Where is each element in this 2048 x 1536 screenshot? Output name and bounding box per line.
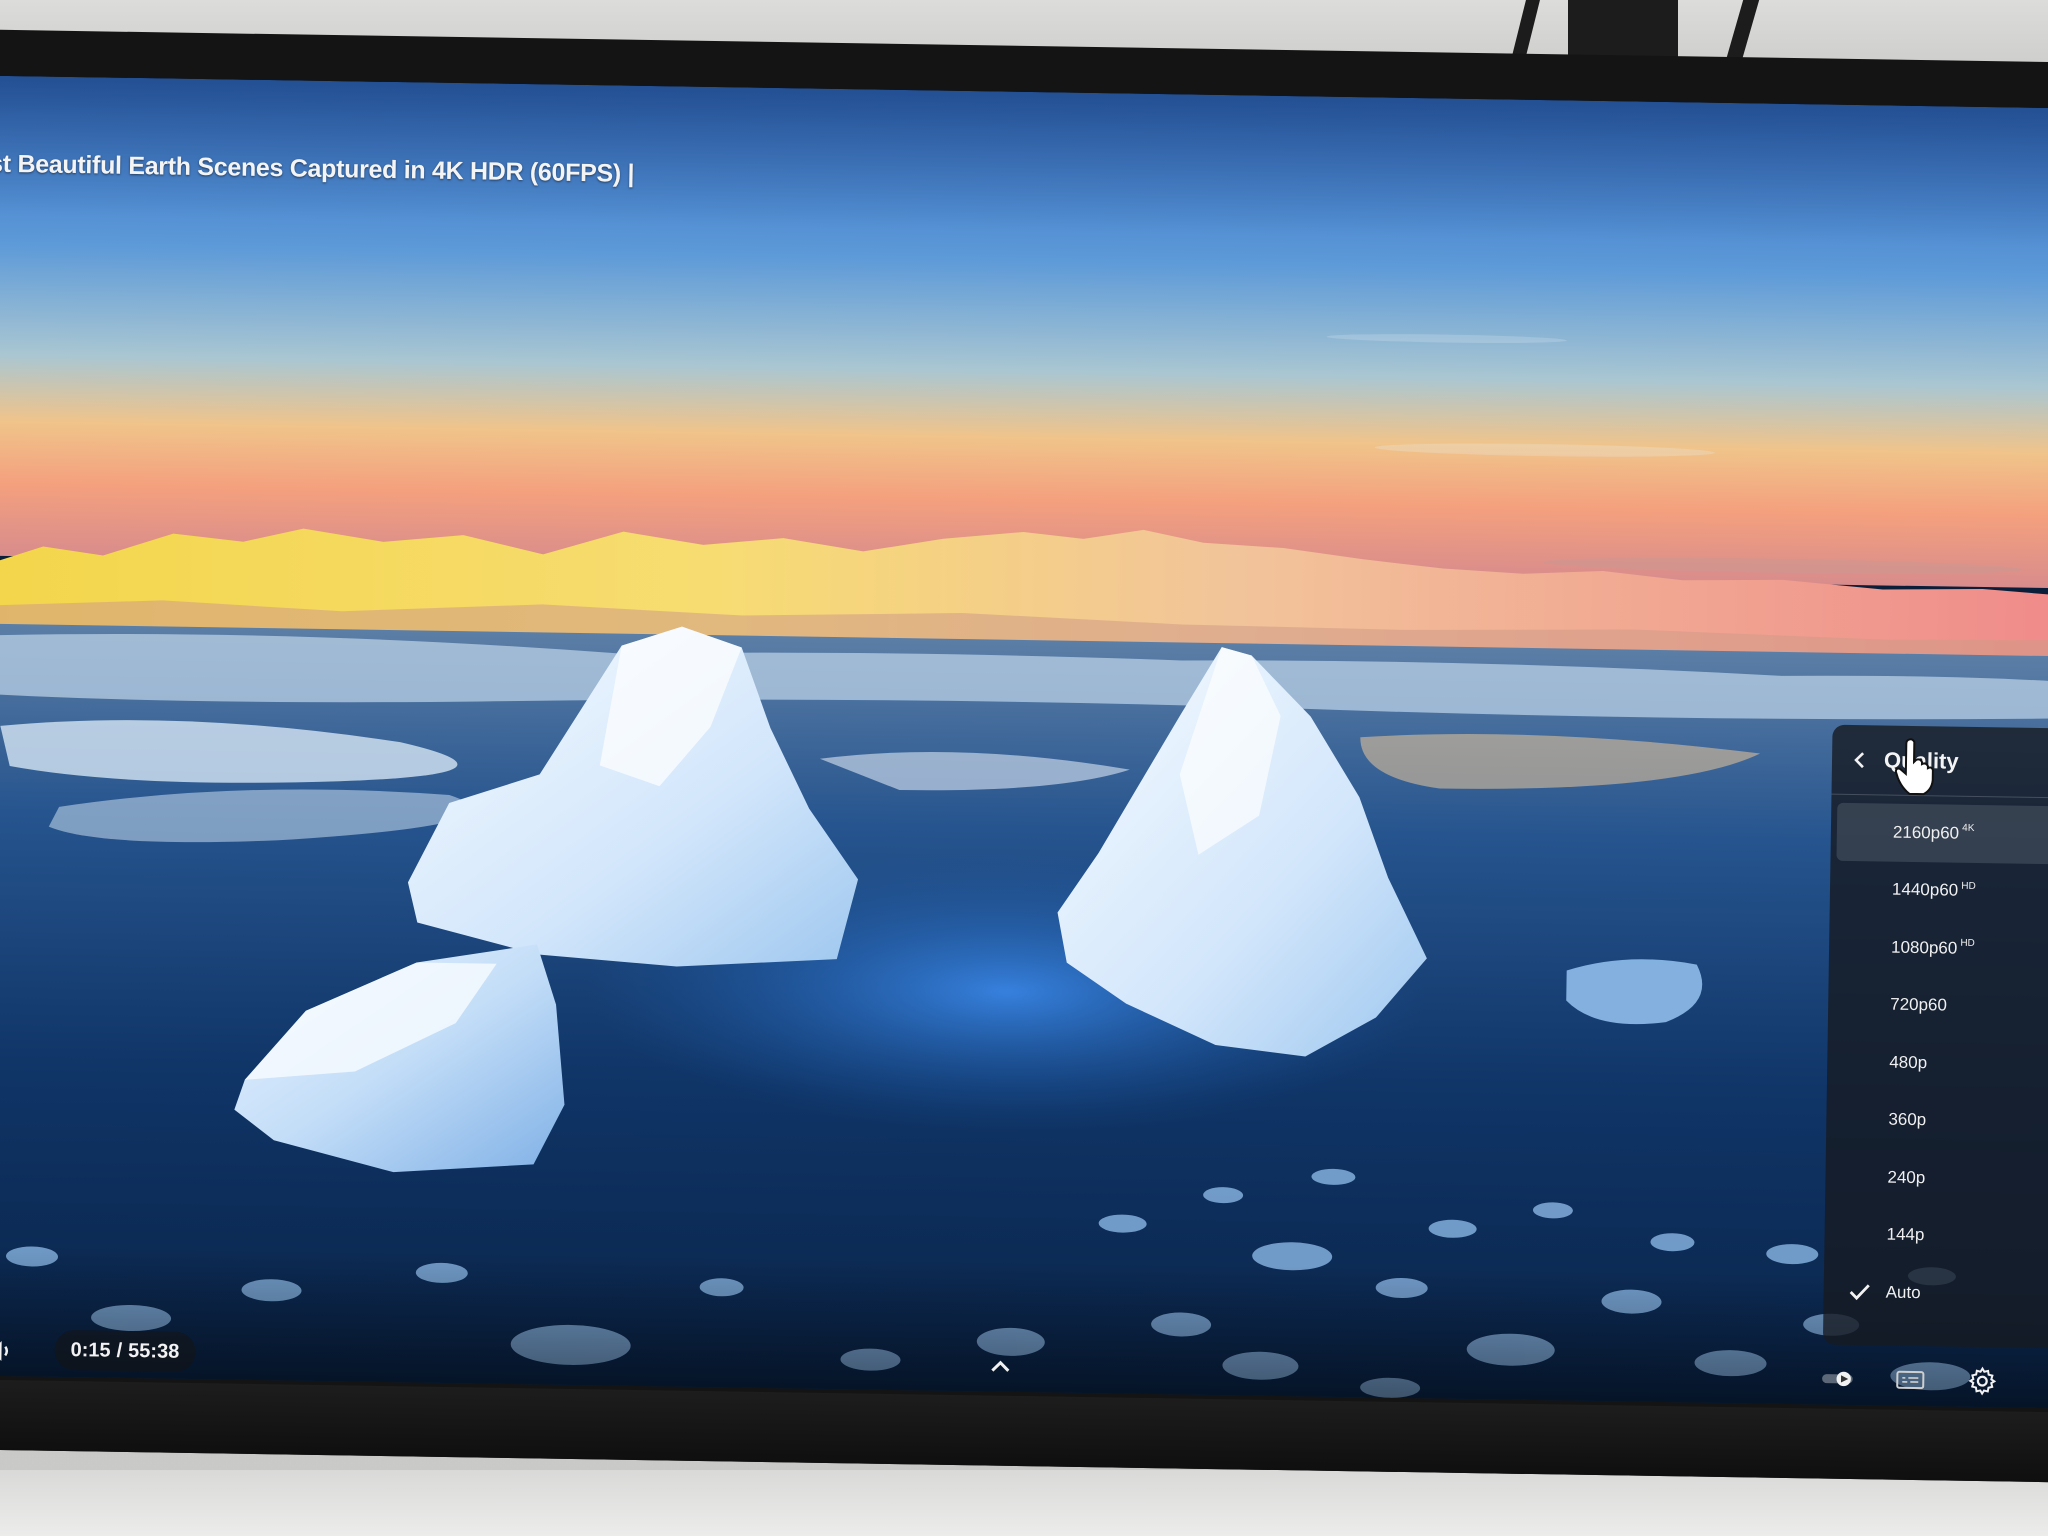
right-controls <box>1820 1359 2001 1402</box>
desk-surface <box>0 1470 2048 1536</box>
time-separator: / <box>116 1339 123 1362</box>
chevron-up-icon <box>991 1360 1010 1372</box>
quality-option-label: 480p <box>1889 1052 1928 1072</box>
quality-option-label: 1440p60 <box>1891 879 1959 900</box>
volume-icon <box>0 1340 9 1361</box>
quality-option-label: 360p <box>1888 1109 1927 1130</box>
quality-option-360p[interactable]: 360p <box>1826 1090 2048 1151</box>
autoplay-toggle[interactable] <box>1820 1361 1857 1398</box>
quality-option-144p[interactable]: 144p <box>1824 1205 2048 1266</box>
quality-option-2160p60[interactable]: 2160p60 4K <box>1836 802 2048 864</box>
quality-badge: HD <box>1960 937 1975 950</box>
quality-option-1440p60[interactable]: 1440p60 HD <box>1830 860 2048 921</box>
quality-option-480p[interactable]: 480p <box>1827 1033 2048 1094</box>
quality-option-auto[interactable]: Auto <box>1823 1263 2048 1324</box>
volume-button[interactable] <box>0 1334 19 1369</box>
quality-option-1080p60[interactable]: 1080p60 HD <box>1829 918 2048 979</box>
gear-icon <box>1968 1366 1997 1396</box>
quality-option-label: 1080p60 <box>1890 937 1958 958</box>
current-time: 0:15 <box>70 1338 111 1362</box>
quality-option-label: 720p60 <box>1890 994 1948 1015</box>
quality-back-button[interactable]: Quality <box>1831 724 2048 799</box>
check-icon <box>1849 1284 1870 1300</box>
time-display: 0:15 / 55:38 <box>54 1329 196 1373</box>
expand-button[interactable] <box>986 1353 1014 1377</box>
quality-option-label: Auto <box>1885 1282 1921 1302</box>
monitor: st Beautiful Earth Scenes Captured in 4K… <box>0 29 2048 1483</box>
quality-badge: 4K <box>1962 822 1975 835</box>
monitor-stand <box>1568 0 1678 62</box>
chevron-left-icon <box>1854 751 1865 768</box>
captions-button[interactable] <box>1892 1362 1929 1399</box>
video-frame <box>0 75 2048 1409</box>
quality-option-720p60[interactable]: 720p60 <box>1828 975 2048 1036</box>
quality-option-label: 2160p60 <box>1892 822 1960 843</box>
settings-button[interactable] <box>1964 1363 2001 1400</box>
video-player[interactable]: st Beautiful Earth Scenes Captured in 4K… <box>0 75 2048 1409</box>
quality-option-240p[interactable]: 240p <box>1825 1148 2048 1209</box>
quality-option-label: 240p <box>1887 1167 1926 1187</box>
quality-badge: HD <box>1961 880 1976 892</box>
total-duration: 55:38 <box>127 1339 180 1363</box>
quality-option-label: 144p <box>1886 1224 1925 1245</box>
quality-menu: Quality 2160p604K 1440p60HD 1080p60HD 72… <box>1822 724 2048 1349</box>
autoplay-toggle-icon <box>1822 1371 1853 1387</box>
captions-icon <box>1896 1370 1925 1390</box>
quality-options: 2160p60 4K 1440p60 HD 1080p60 HD 720p60 480… <box>1823 802 2048 1324</box>
hand-cursor-icon <box>1894 738 1934 796</box>
